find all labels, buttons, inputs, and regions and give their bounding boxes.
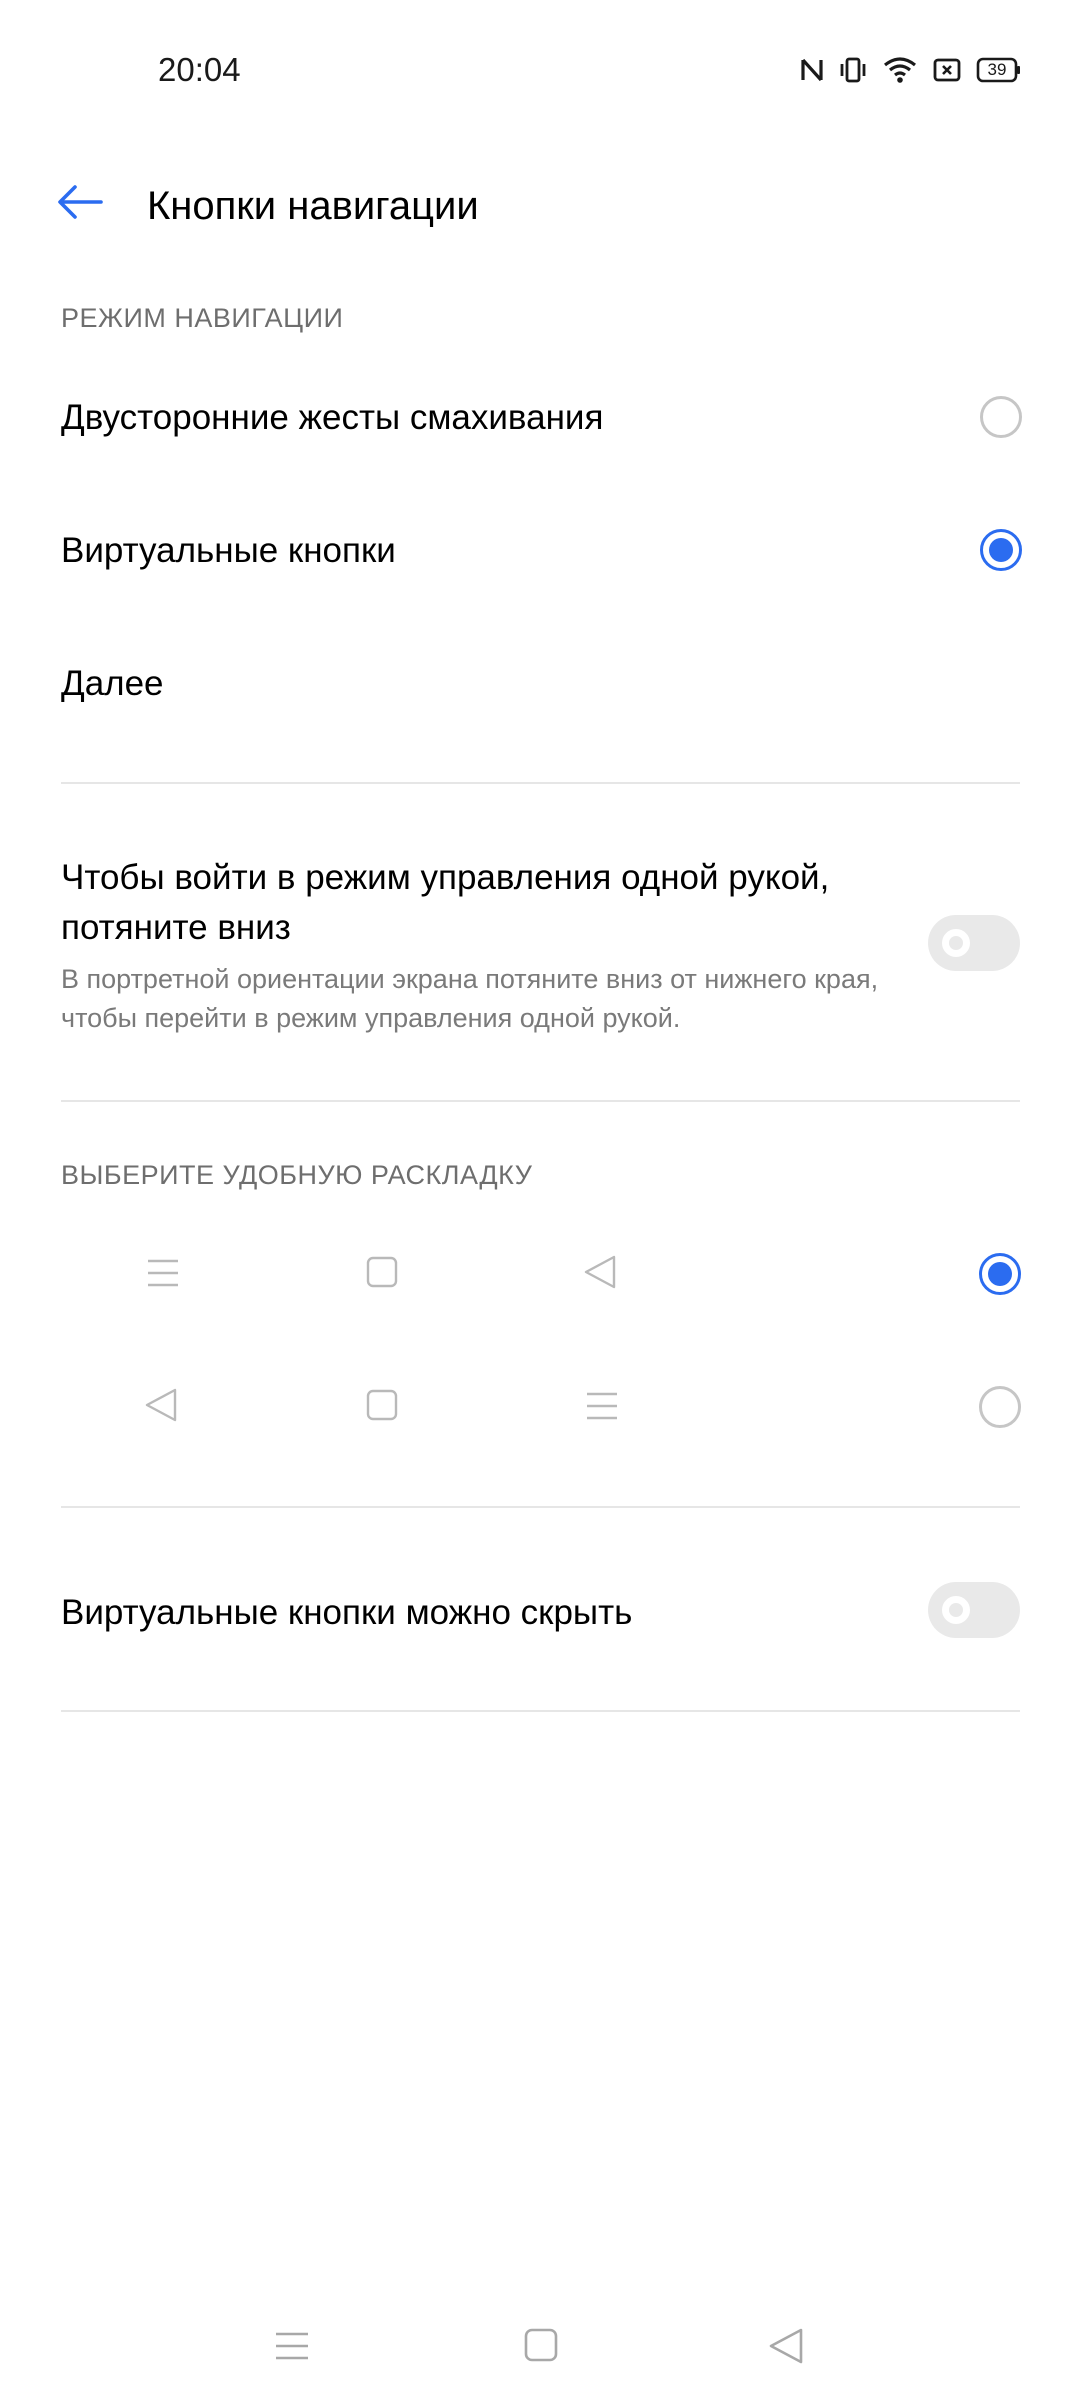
toggle-knob [942,1596,970,1624]
battery-icon: 39 [976,57,1022,83]
menu-icon [585,1389,619,1428]
hide-buttons-toggle[interactable] [928,1582,1020,1638]
radio-gesture-swipe[interactable] [980,396,1022,438]
back-triangle-icon [583,1254,617,1295]
back-triangle-icon [144,1387,178,1428]
back-arrow-icon [57,184,103,225]
page-title: Кнопки навигации [147,184,479,228]
divider [61,782,1020,784]
section-header-layout: ВЫБЕРИТЕ УДОБНУЮ РАСКЛАДКУ [61,1160,533,1190]
divider [61,1506,1020,1508]
home-square-icon[interactable] [524,2328,558,2367]
section-header-navigation-mode: РЕЖИМ НАВИГАЦИИ [61,303,344,333]
back-button[interactable] [50,174,110,234]
radio-layout-1[interactable] [979,1253,1021,1295]
radio-virtual-buttons[interactable] [980,529,1022,571]
status-icons: 39 [800,50,1022,90]
one-hand-mode-title: Чтобы войти в режим управления одной рук… [61,858,830,947]
sim-icon [932,56,962,84]
wifi-icon [882,55,918,85]
home-square-icon [366,1389,398,1426]
one-hand-mode-description: В портретной ориентации экрана потяните … [61,964,879,1033]
menu-icon [146,1256,180,1295]
divider [61,1710,1020,1712]
menu-icon[interactable] [274,2329,310,2368]
nfc-icon [800,55,824,85]
toggle-knob [942,929,970,957]
option-label: Виртуальные кнопки [61,531,396,570]
status-time: 20:04 [158,51,241,88]
more-link[interactable]: Далее [61,659,164,709]
home-square-icon [366,1256,398,1293]
battery-level: 39 [987,60,1007,79]
vibrate-icon [838,55,868,85]
one-hand-mode-toggle[interactable] [928,915,1020,971]
option-label: Двусторонние жесты смахивания [61,398,604,437]
back-triangle-icon[interactable] [768,2327,804,2370]
hide-buttons-label: Виртуальные кнопки можно скрыть [61,1593,633,1632]
radio-layout-2[interactable] [979,1386,1021,1428]
divider [61,1100,1020,1102]
